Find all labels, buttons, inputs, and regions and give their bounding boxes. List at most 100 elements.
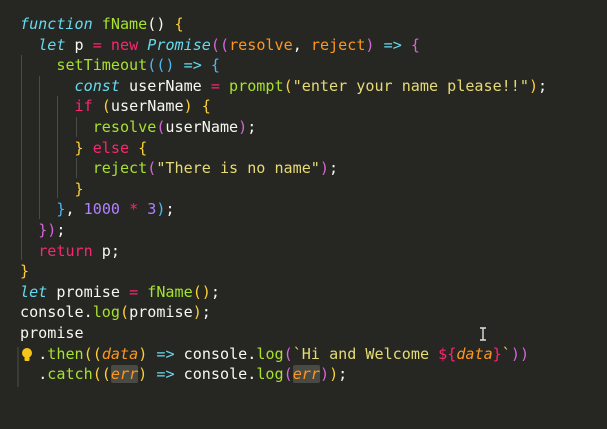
- code-token: ;: [247, 117, 257, 136]
- code-token: {: [129, 138, 148, 157]
- code-token: ): [165, 56, 175, 75]
- code-token: =>: [183, 56, 202, 75]
- code-token: data: [456, 344, 493, 363]
- code-line[interactable]: .then((data) => console.log(`Hi and Welc…: [0, 344, 607, 365]
- code-token: Promise: [147, 35, 211, 54]
- code-line[interactable]: reject("There is no name");: [0, 158, 607, 179]
- code-token: {: [201, 56, 220, 75]
- code-token: promise: [47, 282, 130, 301]
- code-token: `: [501, 344, 511, 363]
- code-token: ): [238, 117, 248, 136]
- code-token: =>: [156, 344, 175, 363]
- code-token: err: [110, 365, 139, 384]
- code-token: .: [38, 365, 48, 384]
- lightbulb-icon[interactable]: [21, 347, 33, 367]
- code-token: *: [129, 200, 139, 219]
- code-token: log: [256, 344, 284, 363]
- code-token: ;: [165, 200, 175, 219]
- code-token: (: [92, 97, 111, 116]
- code-token: ((: [210, 35, 230, 54]
- code-line[interactable]: let p = new Promise((resolve, reject) =>…: [0, 35, 607, 56]
- code-lines[interactable]: function fName() { let p = new Promise((…: [0, 14, 607, 385]
- code-token: =>: [156, 365, 175, 384]
- code-line[interactable]: .catch((err) => console.log(err));: [0, 364, 607, 385]
- code-token: }: [74, 138, 84, 157]
- code-token: ;: [338, 365, 348, 384]
- code-token: ): [329, 365, 339, 384]
- code-token: return: [38, 241, 93, 260]
- code-token: 1000: [83, 200, 120, 219]
- code-token: .: [247, 344, 257, 363]
- code-line[interactable]: }, 1000 * 3);: [0, 199, 607, 220]
- code-line[interactable]: if (userName) {: [0, 96, 607, 117]
- code-token: promise: [129, 303, 193, 322]
- code-token: ): [138, 344, 148, 363]
- code-line[interactable]: });: [0, 220, 607, 241]
- code-token: ): [138, 365, 148, 384]
- code-token: fName: [147, 282, 193, 301]
- code-token: {: [192, 97, 211, 116]
- code-line[interactable]: resolve(userName);: [0, 117, 607, 138]
- code-token: ): [365, 35, 375, 54]
- code-line[interactable]: function fName() {: [0, 14, 607, 35]
- code-token: ): [319, 159, 329, 178]
- code-token: (): [192, 282, 211, 301]
- code-token: userName: [119, 76, 211, 95]
- code-token: (): [147, 15, 166, 33]
- code-token: (: [119, 303, 130, 322]
- code-token: ;: [538, 76, 548, 95]
- code-token: new: [110, 35, 139, 54]
- code-line[interactable]: setTimeout(() => {: [0, 55, 607, 76]
- code-token: {: [401, 35, 420, 54]
- code-line[interactable]: }: [0, 261, 607, 282]
- code-token: (: [283, 344, 293, 363]
- code-line[interactable]: return p;: [0, 241, 607, 262]
- code-token: =: [210, 76, 220, 95]
- code-token: then: [47, 344, 84, 363]
- code-token: ;: [201, 303, 211, 322]
- code-token: prompt: [229, 76, 284, 95]
- code-line[interactable]: console.log(promise);: [0, 302, 607, 323]
- code-token: log: [92, 303, 120, 322]
- code-token: )): [510, 344, 530, 363]
- code-line[interactable]: const userName = prompt("enter your name…: [0, 76, 607, 97]
- code-line[interactable]: } else {: [0, 138, 607, 159]
- code-editor[interactable]: function fName() { let p = new Promise((…: [0, 0, 607, 429]
- code-token: (: [283, 365, 293, 384]
- code-token: ): [192, 303, 202, 322]
- code-line[interactable]: let promise = fName();: [0, 282, 607, 303]
- code-token: p;: [92, 241, 120, 260]
- code-token: console: [20, 303, 84, 322]
- code-token: ((: [92, 365, 111, 384]
- code-line[interactable]: }: [0, 179, 607, 200]
- code-token: let: [20, 282, 48, 301]
- code-token: .: [247, 365, 257, 384]
- code-token: log: [256, 365, 284, 384]
- code-token: ((: [147, 56, 166, 75]
- code-token: userName: [165, 117, 239, 136]
- code-token: resolve: [92, 117, 157, 136]
- code-token: }: [492, 344, 502, 363]
- code-token: const: [74, 76, 120, 95]
- code-token: ;: [329, 159, 339, 178]
- code-line[interactable]: promise: [0, 323, 607, 344]
- code-token: "There is no name": [156, 159, 320, 178]
- code-token: setTimeout: [56, 56, 148, 75]
